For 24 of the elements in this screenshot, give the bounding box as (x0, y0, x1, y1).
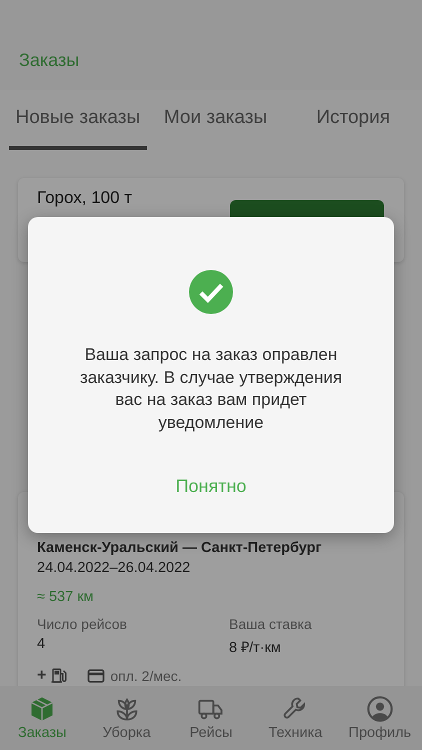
nav-item[interactable]: Рейсы (168, 686, 254, 750)
nav-item[interactable]: Профиль (338, 686, 422, 750)
field-label: Ваша ставка (229, 616, 313, 632)
page-title: Заказы (19, 50, 80, 71)
check-circle-icon (189, 270, 233, 314)
fuel-pump-icon (50, 667, 68, 685)
ok-button[interactable]: Понятно (168, 472, 254, 501)
nav-item[interactable]: Заказы (0, 686, 84, 750)
payment-text: опл. 2/мес. (110, 668, 182, 684)
route-text: Каменск-Уральский — Санкт-Петербург (37, 540, 323, 556)
plus-text: + (37, 667, 46, 685)
tab[interactable]: Новые заказы (9, 90, 147, 150)
nav-item[interactable]: Техника (253, 686, 338, 750)
field-value: 4 (37, 636, 46, 654)
tab[interactable]: Мои заказы (146, 90, 284, 150)
field-label: Число рейсов (37, 616, 128, 632)
field-value: 8 ₽/т·км (229, 639, 282, 656)
distance-text: ≈ 537 км (37, 589, 95, 605)
tab[interactable]: История (284, 90, 422, 150)
cargo-text: Горох, 100 т (37, 188, 132, 208)
dates-text: 24.04.2022–26.04.2022 (37, 560, 192, 576)
dialog-message: Ваша запрос на заказ оправлен заказчику. В случае утверждения вас на заказ вам придет уведомление (78, 344, 344, 434)
nav-item[interactable]: Уборка (84, 686, 169, 750)
profile-icon (366, 695, 394, 723)
